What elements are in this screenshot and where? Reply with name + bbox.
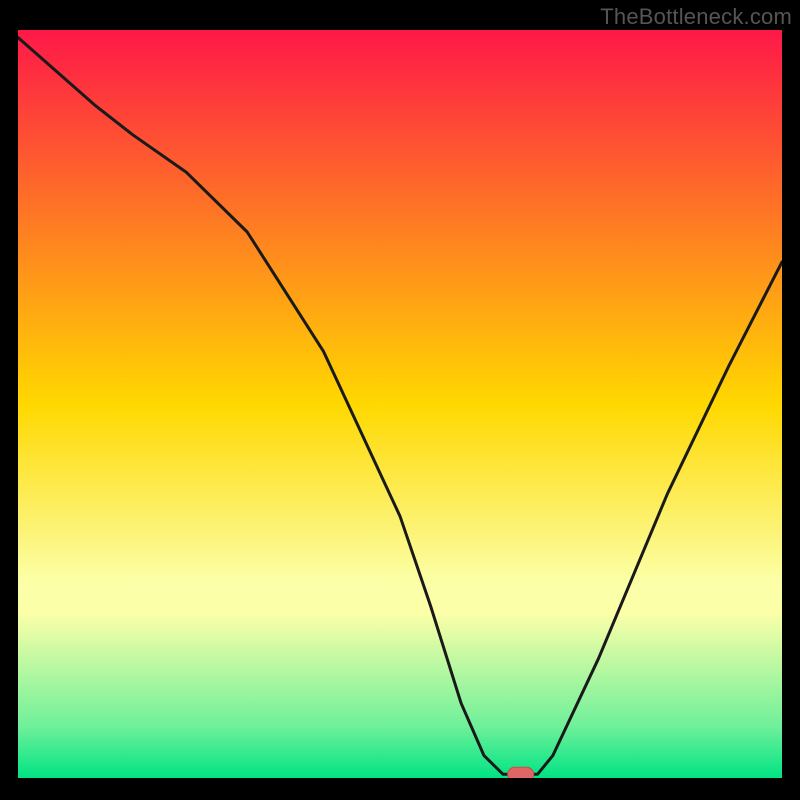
plot-svg bbox=[18, 30, 782, 778]
watermark-text: TheBottleneck.com bbox=[600, 4, 792, 30]
optimal-marker bbox=[508, 767, 534, 778]
gradient-background bbox=[18, 30, 782, 778]
plot-area bbox=[18, 30, 782, 778]
chart-frame: TheBottleneck.com bbox=[0, 0, 800, 800]
